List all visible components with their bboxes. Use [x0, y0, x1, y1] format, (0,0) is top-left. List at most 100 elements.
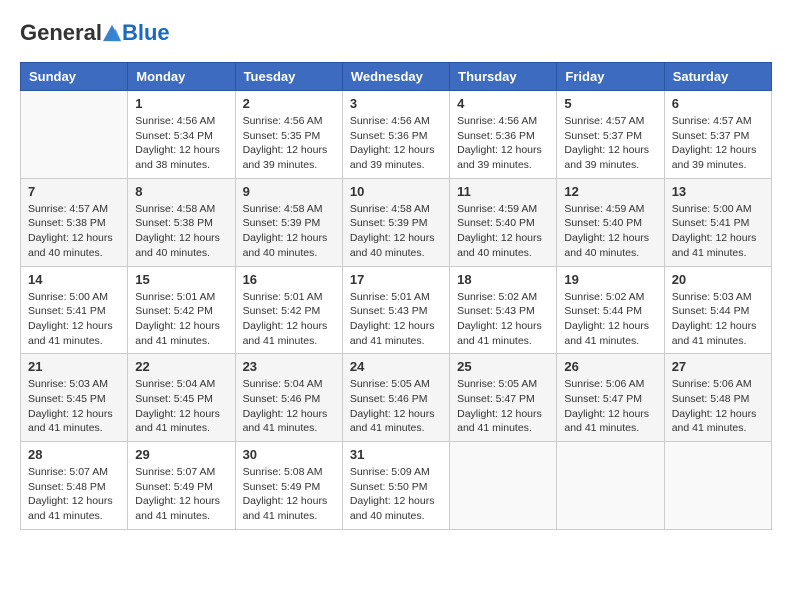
day-number: 13: [672, 184, 764, 199]
calendar-week-row: 21 Sunrise: 5:03 AMSunset: 5:45 PMDayligh…: [21, 354, 772, 442]
day-number: 6: [672, 96, 764, 111]
day-info: Sunrise: 5:01 AMSunset: 5:43 PMDaylight:…: [350, 290, 442, 349]
calendar-cell: 2 Sunrise: 4:56 AMSunset: 5:35 PMDaylight…: [235, 91, 342, 179]
calendar-cell: 5 Sunrise: 4:57 AMSunset: 5:37 PMDaylight…: [557, 91, 664, 179]
page-header: General Blue: [20, 20, 772, 46]
day-info: Sunrise: 4:57 AMSunset: 5:38 PMDaylight:…: [28, 202, 120, 261]
day-number: 8: [135, 184, 227, 199]
day-number: 1: [135, 96, 227, 111]
logo-blue-text: Blue: [122, 20, 170, 46]
day-info: Sunrise: 5:05 AMSunset: 5:46 PMDaylight:…: [350, 377, 442, 436]
calendar-cell: 4 Sunrise: 4:56 AMSunset: 5:36 PMDaylight…: [450, 91, 557, 179]
day-info: Sunrise: 4:56 AMSunset: 5:34 PMDaylight:…: [135, 114, 227, 173]
calendar-cell: 23 Sunrise: 5:04 AMSunset: 5:46 PMDayligh…: [235, 354, 342, 442]
column-header-saturday: Saturday: [664, 63, 771, 91]
day-info: Sunrise: 5:04 AMSunset: 5:46 PMDaylight:…: [243, 377, 335, 436]
day-info: Sunrise: 4:57 AMSunset: 5:37 PMDaylight:…: [672, 114, 764, 173]
logo: General Blue: [20, 20, 170, 46]
calendar-cell: 20 Sunrise: 5:03 AMSunset: 5:44 PMDayligh…: [664, 266, 771, 354]
day-info: Sunrise: 4:59 AMSunset: 5:40 PMDaylight:…: [564, 202, 656, 261]
calendar-cell: 30Sunrise: 5:08 AMSunset: 5:49 PMDayligh…: [235, 442, 342, 530]
day-number: 11: [457, 184, 549, 199]
day-info: Sunrise: 4:56 AMSunset: 5:36 PMDaylight:…: [457, 114, 549, 173]
calendar-cell: 19 Sunrise: 5:02 AMSunset: 5:44 PMDayligh…: [557, 266, 664, 354]
calendar-cell: 24 Sunrise: 5:05 AMSunset: 5:46 PMDayligh…: [342, 354, 449, 442]
day-number: 17: [350, 272, 442, 287]
column-header-thursday: Thursday: [450, 63, 557, 91]
day-number: 29: [135, 447, 227, 462]
day-number: 24: [350, 359, 442, 374]
calendar-cell: 14 Sunrise: 5:00 AMSunset: 5:41 PMDayligh…: [21, 266, 128, 354]
calendar-cell: [664, 442, 771, 530]
calendar-week-row: 14 Sunrise: 5:00 AMSunset: 5:41 PMDayligh…: [21, 266, 772, 354]
day-info: Sunrise: 4:56 AMSunset: 5:36 PMDaylight:…: [350, 114, 442, 173]
day-number: 5: [564, 96, 656, 111]
calendar-header-row: SundayMondayTuesdayWednesdayThursdayFrid…: [21, 63, 772, 91]
day-info: Sunrise: 5:07 AMSunset: 5:48 PMDaylight:…: [28, 465, 120, 524]
calendar-cell: 6 Sunrise: 4:57 AMSunset: 5:37 PMDaylight…: [664, 91, 771, 179]
day-info: Sunrise: 5:06 AMSunset: 5:47 PMDaylight:…: [564, 377, 656, 436]
calendar-cell: 16 Sunrise: 5:01 AMSunset: 5:42 PMDayligh…: [235, 266, 342, 354]
day-number: 16: [243, 272, 335, 287]
day-number: 25: [457, 359, 549, 374]
day-info: Sunrise: 5:06 AMSunset: 5:48 PMDaylight:…: [672, 377, 764, 436]
day-info: Sunrise: 4:56 AMSunset: 5:35 PMDaylight:…: [243, 114, 335, 173]
day-number: 19: [564, 272, 656, 287]
day-info: Sunrise: 4:58 AMSunset: 5:39 PMDaylight:…: [350, 202, 442, 261]
day-info: Sunrise: 4:57 AMSunset: 5:37 PMDaylight:…: [564, 114, 656, 173]
calendar-cell: 13 Sunrise: 5:00 AMSunset: 5:41 PMDayligh…: [664, 178, 771, 266]
logo-icon: [103, 24, 121, 42]
calendar-week-row: 28Sunrise: 5:07 AMSunset: 5:48 PMDayligh…: [21, 442, 772, 530]
day-info: Sunrise: 5:08 AMSunset: 5:49 PMDaylight:…: [243, 465, 335, 524]
calendar-cell: 21 Sunrise: 5:03 AMSunset: 5:45 PMDayligh…: [21, 354, 128, 442]
day-info: Sunrise: 5:07 AMSunset: 5:49 PMDaylight:…: [135, 465, 227, 524]
column-header-monday: Monday: [128, 63, 235, 91]
calendar-cell: 26 Sunrise: 5:06 AMSunset: 5:47 PMDayligh…: [557, 354, 664, 442]
logo-general-text: General: [20, 20, 102, 46]
calendar-cell: 15Sunrise: 5:01 AMSunset: 5:42 PMDayligh…: [128, 266, 235, 354]
calendar-cell: 27Sunrise: 5:06 AMSunset: 5:48 PMDayligh…: [664, 354, 771, 442]
column-header-tuesday: Tuesday: [235, 63, 342, 91]
column-header-friday: Friday: [557, 63, 664, 91]
calendar-cell: 10 Sunrise: 4:58 AMSunset: 5:39 PMDayligh…: [342, 178, 449, 266]
calendar-cell: 9 Sunrise: 4:58 AMSunset: 5:39 PMDaylight…: [235, 178, 342, 266]
day-number: 9: [243, 184, 335, 199]
day-number: 22: [135, 359, 227, 374]
calendar-cell: 1 Sunrise: 4:56 AMSunset: 5:34 PMDaylight…: [128, 91, 235, 179]
day-info: Sunrise: 5:04 AMSunset: 5:45 PMDaylight:…: [135, 377, 227, 436]
day-info: Sunrise: 5:02 AMSunset: 5:44 PMDaylight:…: [564, 290, 656, 349]
calendar-table: SundayMondayTuesdayWednesdayThursdayFrid…: [20, 62, 772, 530]
calendar-cell: 3 Sunrise: 4:56 AMSunset: 5:36 PMDaylight…: [342, 91, 449, 179]
day-number: 26: [564, 359, 656, 374]
calendar-cell: 8 Sunrise: 4:58 AMSunset: 5:38 PMDaylight…: [128, 178, 235, 266]
calendar-cell: [21, 91, 128, 179]
day-number: 21: [28, 359, 120, 374]
day-number: 10: [350, 184, 442, 199]
calendar-cell: 7 Sunrise: 4:57 AMSunset: 5:38 PMDaylight…: [21, 178, 128, 266]
day-number: 23: [243, 359, 335, 374]
day-number: 4: [457, 96, 549, 111]
column-header-wednesday: Wednesday: [342, 63, 449, 91]
calendar-week-row: 1 Sunrise: 4:56 AMSunset: 5:34 PMDaylight…: [21, 91, 772, 179]
day-number: 3: [350, 96, 442, 111]
calendar-week-row: 7 Sunrise: 4:57 AMSunset: 5:38 PMDaylight…: [21, 178, 772, 266]
day-number: 20: [672, 272, 764, 287]
day-info: Sunrise: 4:58 AMSunset: 5:39 PMDaylight:…: [243, 202, 335, 261]
calendar-cell: 11 Sunrise: 4:59 AMSunset: 5:40 PMDayligh…: [450, 178, 557, 266]
calendar-cell: 22 Sunrise: 5:04 AMSunset: 5:45 PMDayligh…: [128, 354, 235, 442]
day-info: Sunrise: 4:59 AMSunset: 5:40 PMDaylight:…: [457, 202, 549, 261]
day-info: Sunrise: 5:02 AMSunset: 5:43 PMDaylight:…: [457, 290, 549, 349]
day-number: 2: [243, 96, 335, 111]
day-info: Sunrise: 5:01 AMSunset: 5:42 PMDaylight:…: [243, 290, 335, 349]
calendar-cell: 31 Sunrise: 5:09 AMSunset: 5:50 PMDayligh…: [342, 442, 449, 530]
day-number: 14: [28, 272, 120, 287]
day-info: Sunrise: 5:00 AMSunset: 5:41 PMDaylight:…: [28, 290, 120, 349]
day-info: Sunrise: 5:00 AMSunset: 5:41 PMDaylight:…: [672, 202, 764, 261]
day-info: Sunrise: 5:03 AMSunset: 5:45 PMDaylight:…: [28, 377, 120, 436]
day-number: 31: [350, 447, 442, 462]
day-number: 7: [28, 184, 120, 199]
day-info: Sunrise: 4:58 AMSunset: 5:38 PMDaylight:…: [135, 202, 227, 261]
day-info: Sunrise: 5:03 AMSunset: 5:44 PMDaylight:…: [672, 290, 764, 349]
day-number: 15: [135, 272, 227, 287]
day-info: Sunrise: 5:09 AMSunset: 5:50 PMDaylight:…: [350, 465, 442, 524]
